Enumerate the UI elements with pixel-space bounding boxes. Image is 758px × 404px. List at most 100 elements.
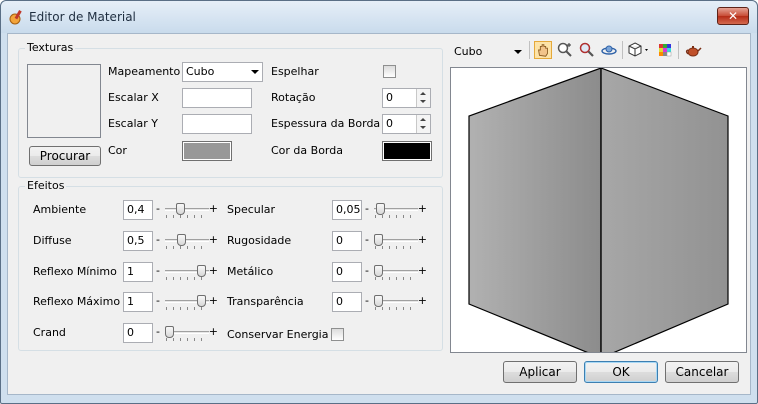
- cancel-button[interactable]: Cancelar: [665, 361, 739, 383]
- cor-borda-swatch[interactable]: [382, 141, 432, 161]
- escalar-y-label: Escalar Y: [108, 117, 159, 130]
- right-effect-slider[interactable]: - +: [365, 200, 427, 220]
- slider-thumb[interactable]: [376, 203, 385, 215]
- right-effect-input[interactable]: 0: [332, 262, 362, 282]
- left-effect-input[interactable]: 0,4: [123, 200, 153, 220]
- espessura-spin-buttons[interactable]: [416, 115, 430, 133]
- pan-hand-icon[interactable]: [534, 41, 552, 59]
- right-effect-input[interactable]: 0: [332, 292, 362, 312]
- slider-track: [165, 239, 209, 242]
- minus-icon: -: [365, 264, 369, 277]
- slider-thumb[interactable]: [177, 234, 186, 246]
- right-effect-slider[interactable]: - +: [365, 292, 427, 312]
- cor-swatch[interactable]: [182, 141, 232, 161]
- view-cube-icon[interactable]: [626, 41, 652, 59]
- spin-down-icon[interactable]: [420, 100, 426, 103]
- rotacao-spinner[interactable]: 0: [382, 88, 431, 108]
- minus-icon: -: [156, 264, 160, 277]
- color-palette-icon[interactable]: [656, 41, 674, 59]
- slider-track: [165, 208, 209, 211]
- minus-icon: -: [365, 294, 369, 307]
- right-effect-slider[interactable]: - +: [365, 231, 427, 251]
- rotacao-value: 0: [386, 91, 393, 104]
- left-effect-slider[interactable]: - +: [156, 262, 218, 282]
- toolbar-separator: [678, 41, 679, 59]
- plus-icon: +: [208, 202, 218, 215]
- chevron-down-icon: [514, 50, 522, 54]
- slider-thumb[interactable]: [374, 265, 383, 277]
- plus-icon: +: [208, 233, 218, 246]
- left-effect-label: Reflexo Mínimo: [33, 265, 117, 278]
- mapeamento-label: Mapeamento: [108, 65, 181, 78]
- slider-ticks: [166, 215, 208, 218]
- left-effect-label: Ambiente: [33, 203, 87, 216]
- escalar-y-input[interactable]: [182, 114, 252, 134]
- preview-shape-select[interactable]: Cubo: [450, 42, 526, 62]
- espelhar-checkbox[interactable]: [383, 65, 396, 78]
- title-bar[interactable]: Editor de Material ✕: [1, 1, 757, 33]
- conservar-energia-checkbox[interactable]: [331, 328, 344, 341]
- left-effect-label: Diffuse: [33, 234, 72, 247]
- browse-button[interactable]: Procurar: [29, 146, 101, 166]
- minus-icon: -: [156, 233, 160, 246]
- left-effect-slider[interactable]: - +: [156, 292, 218, 312]
- material-editor-window: Editor de Material ✕ Texturas Procurar M…: [0, 0, 758, 404]
- zoom-icon[interactable]: [578, 41, 596, 59]
- toolbar-separator: [622, 41, 623, 59]
- right-effect-input[interactable]: 0,05: [332, 200, 362, 220]
- left-effect-label: Reflexo Máximo: [33, 295, 121, 308]
- cor-borda-color-fill: [384, 143, 430, 159]
- right-effect-label: Specular: [227, 203, 276, 216]
- left-effect-input[interactable]: 1: [123, 262, 153, 282]
- apply-button[interactable]: Aplicar: [503, 361, 577, 383]
- left-effect-slider[interactable]: - +: [156, 231, 218, 251]
- cor-color-fill: [184, 143, 230, 159]
- espessura-spinner[interactable]: 0: [382, 114, 431, 134]
- close-button[interactable]: ✕: [717, 7, 749, 25]
- teapot-icon[interactable]: [684, 41, 702, 59]
- slider-thumb[interactable]: [197, 295, 206, 307]
- slider-thumb[interactable]: [374, 295, 383, 307]
- mapeamento-value: Cubo: [186, 65, 215, 78]
- right-effect-input[interactable]: 0: [332, 231, 362, 251]
- slider-ticks: [375, 307, 417, 310]
- zoom-in-icon[interactable]: [556, 41, 574, 59]
- cor-label: Cor: [108, 144, 127, 157]
- texturas-legend: Texturas: [25, 41, 76, 54]
- slider-ticks: [375, 277, 417, 280]
- orbit-icon[interactable]: [600, 41, 618, 59]
- cor-borda-label: Cor da Borda: [271, 144, 343, 157]
- left-effect-input[interactable]: 0: [123, 323, 153, 343]
- plus-icon: +: [208, 325, 218, 338]
- material-preview-viewport[interactable]: [450, 67, 747, 353]
- spin-up-icon[interactable]: [420, 92, 426, 95]
- minus-icon: -: [156, 325, 160, 338]
- left-effect-slider[interactable]: - +: [156, 323, 218, 343]
- material-brush-icon: [9, 10, 22, 25]
- slider-thumb[interactable]: [374, 234, 383, 246]
- spin-up-icon[interactable]: [420, 118, 426, 121]
- plus-icon: +: [417, 202, 427, 215]
- slider-ticks: [166, 307, 208, 310]
- ok-button[interactable]: OK: [584, 361, 658, 383]
- conservar-energia-label: Conservar Energia: [227, 328, 329, 341]
- slider-thumb[interactable]: [197, 265, 206, 277]
- left-effect-input[interactable]: 1: [123, 292, 153, 312]
- right-effect-label: Rugosidade: [227, 234, 292, 247]
- left-effect-input[interactable]: 0,5: [123, 231, 153, 251]
- escalar-x-label: Escalar X: [108, 91, 159, 104]
- rotacao-label: Rotação: [271, 91, 316, 104]
- right-effect-slider[interactable]: - +: [365, 262, 427, 282]
- rotacao-spin-buttons[interactable]: [416, 89, 430, 107]
- minus-icon: -: [156, 202, 160, 215]
- cube-left-face: [468, 68, 602, 352]
- slider-thumb[interactable]: [176, 203, 185, 215]
- espelhar-label: Espelhar: [271, 65, 319, 78]
- mapeamento-select[interactable]: Cubo: [182, 62, 263, 82]
- chevron-down-icon: [251, 70, 259, 74]
- plus-icon: +: [417, 264, 427, 277]
- left-effect-slider[interactable]: - +: [156, 200, 218, 220]
- slider-thumb[interactable]: [165, 326, 174, 338]
- spin-down-icon[interactable]: [420, 126, 426, 129]
- escalar-x-input[interactable]: [182, 88, 252, 108]
